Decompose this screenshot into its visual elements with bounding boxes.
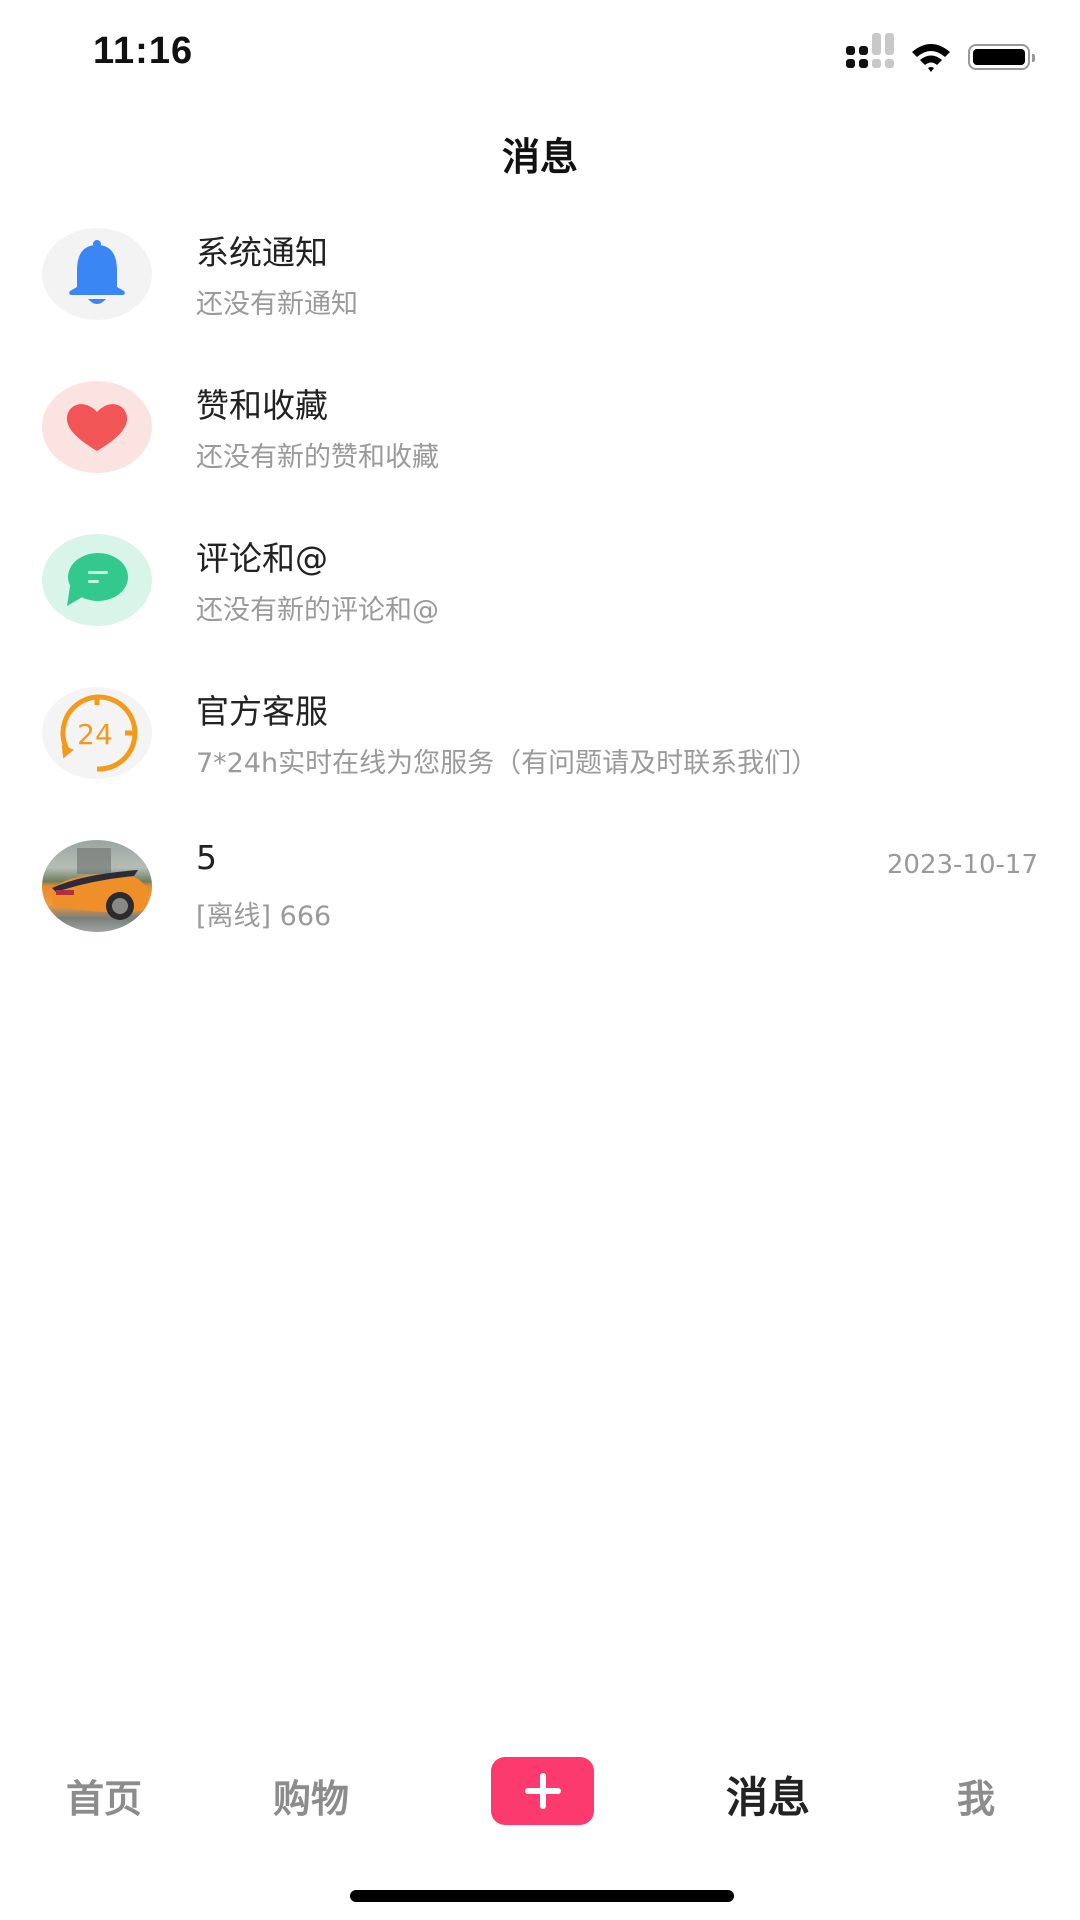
tab-home[interactable]: 首页 xyxy=(66,1768,142,1823)
heart-icon xyxy=(42,381,152,473)
message-title: 赞和收藏 xyxy=(196,386,328,425)
bell-icon xyxy=(42,228,152,320)
publish-button[interactable] xyxy=(491,1757,594,1825)
message-title: 官方客服 xyxy=(196,692,328,731)
tab-me[interactable]: 我 xyxy=(957,1768,995,1823)
battery-icon xyxy=(968,44,1035,70)
avatar xyxy=(42,840,152,932)
tab-messages[interactable]: 消息 xyxy=(726,1764,810,1825)
tab-bar: 首页 购物 消息 我 xyxy=(0,1750,1080,1830)
24h-label: 24 xyxy=(77,718,113,751)
message-item-chat[interactable]: 5 2023-10-17 [离线] 666 xyxy=(0,838,1080,993)
wifi-icon xyxy=(912,44,950,72)
status-time: 11:16 xyxy=(93,30,194,72)
signal-icon xyxy=(846,33,894,68)
car-photo xyxy=(50,848,148,920)
message-list: 系统通知 还没有新通知 赞和收藏 还没有新的赞和收藏 评论和@ 还没有新的评论和… xyxy=(0,228,1080,993)
message-subtitle: [离线] 666 xyxy=(196,901,332,932)
message-title: 5 xyxy=(196,838,217,877)
home-indicator[interactable] xyxy=(350,1890,734,1902)
message-subtitle: 还没有新通知 xyxy=(196,289,358,320)
status-bar: 11:16 xyxy=(0,0,1080,110)
page-title: 消息 xyxy=(501,135,578,179)
message-subtitle: 还没有新的评论和@ xyxy=(196,595,439,626)
tab-shopping[interactable]: 购物 xyxy=(273,1768,349,1823)
message-item-comments[interactable]: 评论和@ 还没有新的评论和@ xyxy=(0,534,1080,687)
message-subtitle: 还没有新的赞和收藏 xyxy=(196,442,439,473)
plus-icon xyxy=(524,1773,561,1809)
message-title: 评论和@ xyxy=(196,539,328,578)
message-item-likes[interactable]: 赞和收藏 还没有新的赞和收藏 xyxy=(0,381,1080,534)
24h-service-icon: 24 xyxy=(42,687,152,779)
status-icons xyxy=(846,33,1035,72)
message-date: 2023-10-17 xyxy=(886,850,1038,880)
message-subtitle: 7*24h实时在线为您服务（有问题请及时联系我们） xyxy=(196,748,819,779)
message-title: 系统通知 xyxy=(196,233,328,272)
message-item-system-notification[interactable]: 系统通知 还没有新通知 xyxy=(0,228,1080,381)
comment-icon xyxy=(42,534,152,626)
message-item-customer-service[interactable]: 24 官方客服 7*24h实时在线为您服务（有问题请及时联系我们） xyxy=(0,687,1080,840)
